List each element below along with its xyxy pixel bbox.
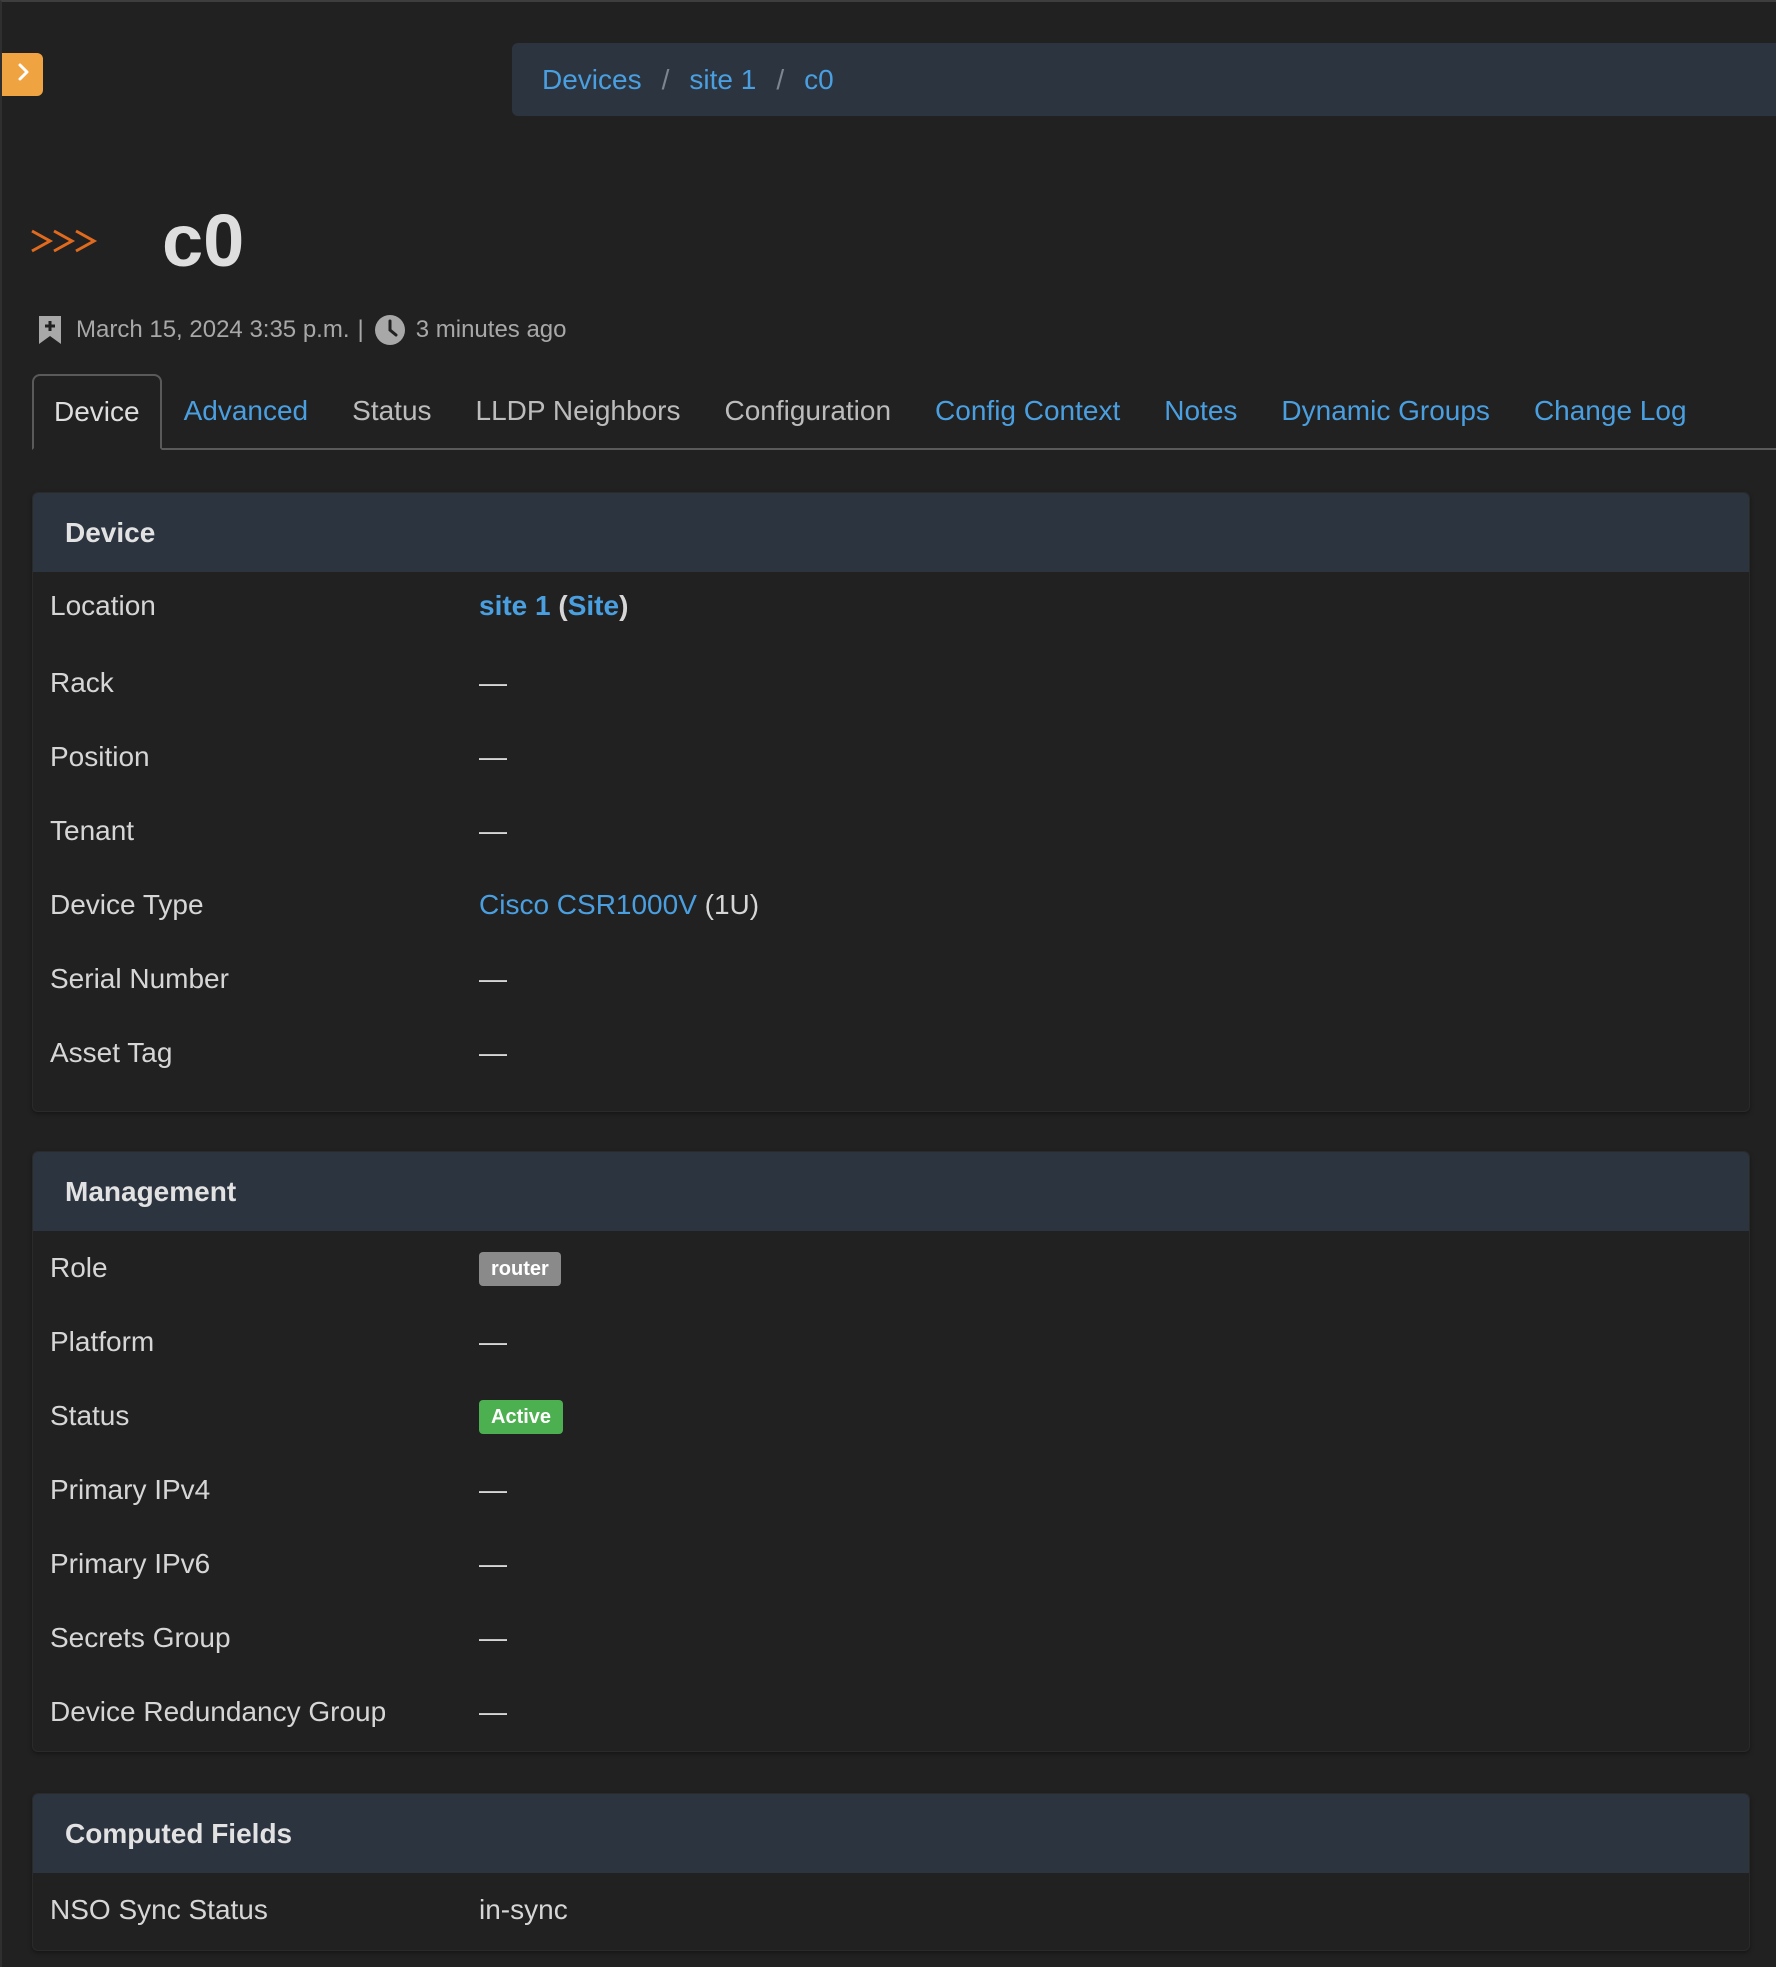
device-type-link[interactable]: Cisco CSR1000V	[479, 889, 697, 920]
row-primary-ipv6: Primary IPv6 —	[33, 1527, 1749, 1601]
row-rack: Rack —	[33, 646, 1749, 720]
device-type-height: (1U)	[704, 889, 760, 920]
status-badge[interactable]: Active	[479, 1400, 564, 1434]
field-label: Position	[50, 741, 150, 772]
paren-close: )	[619, 590, 629, 621]
breadcrumb-site[interactable]: site 1	[689, 64, 756, 96]
role-badge[interactable]: router	[479, 1252, 561, 1286]
field-label: Device Redundancy Group	[50, 1696, 387, 1727]
row-nso-sync-status: NSO Sync Status in-sync	[33, 1873, 1749, 1947]
panel-title: Computed Fields	[33, 1794, 1749, 1873]
breadcrumb-devices[interactable]: Devices	[542, 64, 642, 96]
field-label: Platform	[50, 1326, 155, 1357]
location-type-link[interactable]: Site	[568, 590, 619, 621]
row-location: Location site 1 (Site)	[33, 566, 1749, 646]
device-panel: Device Location site 1 (Site) Rack — Pos…	[32, 492, 1750, 1112]
field-label: Location	[50, 590, 156, 621]
chevron-right-icon	[15, 62, 31, 87]
field-label: Rack	[50, 667, 114, 698]
field-value: —	[479, 667, 507, 698]
timestamp-separator: |	[357, 316, 364, 343]
tab-change-log[interactable]: Change Log	[1512, 374, 1709, 448]
clock-icon	[374, 314, 406, 346]
updated-relative-time: 3 minutes ago	[415, 316, 567, 343]
page-header: c0	[30, 204, 244, 278]
field-label: Asset Tag	[50, 1037, 173, 1068]
field-label: Role	[50, 1252, 108, 1283]
status-value: Active	[479, 1398, 564, 1434]
row-role: Role router	[33, 1231, 1749, 1305]
field-label: Primary IPv6	[50, 1548, 211, 1579]
row-platform: Platform —	[33, 1305, 1749, 1379]
tab-lldp-neighbors[interactable]: LLDP Neighbors	[454, 374, 703, 448]
field-value: —	[479, 1696, 507, 1727]
field-value: —	[479, 1037, 507, 1068]
row-serial-number: Serial Number —	[33, 942, 1749, 1016]
field-label: Tenant	[50, 815, 135, 846]
tab-bar: Device Advanced Status LLDP Neighbors Co…	[32, 374, 1776, 450]
tab-notes[interactable]: Notes	[1142, 374, 1259, 448]
field-label: Serial Number	[50, 963, 229, 994]
paren-open: (	[558, 590, 568, 621]
location-site-link[interactable]: site 1	[479, 590, 551, 621]
field-label: Primary IPv4	[50, 1474, 211, 1505]
breadcrumb: Devices / site 1 / c0	[512, 43, 1776, 116]
device-type-value: Cisco CSR1000V (1U)	[479, 889, 759, 921]
row-tenant: Tenant —	[33, 794, 1749, 868]
location-value: site 1 (Site)	[479, 590, 628, 622]
breadcrumb-separator: /	[776, 63, 785, 95]
field-value: —	[479, 1326, 507, 1357]
sidebar-toggle-button[interactable]	[2, 53, 43, 96]
field-value: —	[479, 741, 507, 772]
tab-dynamic-groups[interactable]: Dynamic Groups	[1259, 374, 1512, 448]
field-value: —	[479, 1622, 507, 1653]
management-panel: Management Role router Platform — Status…	[32, 1151, 1750, 1752]
row-position: Position —	[33, 720, 1749, 794]
breadcrumb-separator: /	[661, 63, 670, 95]
field-value: —	[479, 815, 507, 846]
field-label: Status	[50, 1400, 130, 1431]
breadcrumb-device[interactable]: c0	[804, 64, 834, 96]
row-secrets-group: Secrets Group —	[33, 1601, 1749, 1675]
field-value: —	[479, 1474, 507, 1505]
chevrons-right-icon	[30, 221, 102, 261]
tab-advanced[interactable]: Advanced	[162, 374, 331, 448]
tab-config-context[interactable]: Config Context	[913, 374, 1142, 448]
row-device-redundancy-group: Device Redundancy Group —	[33, 1675, 1749, 1749]
page-title: c0	[162, 199, 245, 282]
field-value: —	[479, 1548, 507, 1579]
field-value: —	[479, 963, 507, 994]
computed-fields-panel: Computed Fields NSO Sync Status in-sync	[32, 1793, 1750, 1951]
panel-title: Device	[33, 493, 1749, 572]
row-status: Status Active	[33, 1379, 1749, 1453]
row-primary-ipv4: Primary IPv4 —	[33, 1453, 1749, 1527]
panel-title: Management	[33, 1152, 1749, 1231]
created-timestamp: March 15, 2024 3:35 p.m.	[76, 316, 350, 343]
field-label: Device Type	[50, 889, 204, 920]
field-label: Secrets Group	[50, 1622, 231, 1653]
field-value: in-sync	[479, 1894, 568, 1925]
bookmark-icon	[36, 314, 64, 346]
timestamps: March 15, 2024 3:35 p.m. | 3 minutes ago	[36, 314, 567, 346]
row-device-type: Device Type Cisco CSR1000V (1U)	[33, 868, 1749, 942]
row-asset-tag: Asset Tag —	[33, 1016, 1749, 1090]
tab-configuration[interactable]: Configuration	[702, 374, 913, 448]
tab-status[interactable]: Status	[330, 374, 453, 448]
field-label: NSO Sync Status	[50, 1894, 268, 1925]
tab-device[interactable]: Device	[32, 374, 162, 450]
role-value: router	[479, 1250, 561, 1286]
